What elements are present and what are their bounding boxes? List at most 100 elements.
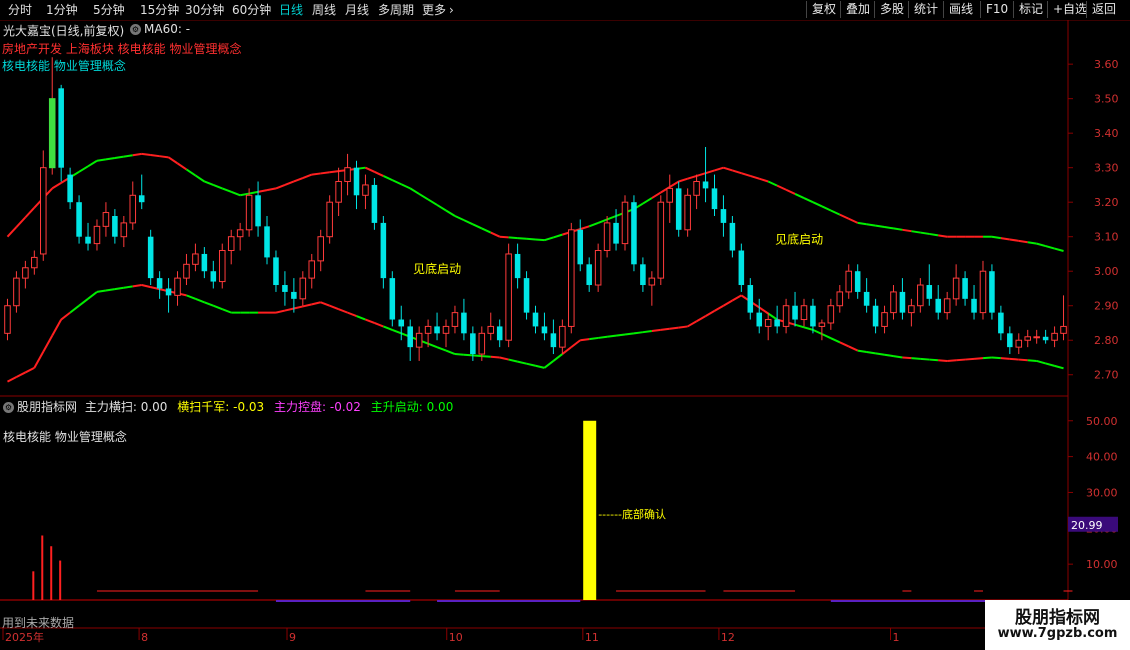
band-lower-segment [481, 355, 491, 358]
indicator-value-zhusheng-qidong: 主升启动: 0.00 [370, 400, 454, 414]
candle-body [926, 285, 933, 299]
band-lower-segment [929, 358, 939, 362]
band-lower-segment [812, 328, 823, 335]
band-upper-segment [517, 237, 527, 240]
candle-body [192, 253, 199, 265]
band-lower-segment [7, 376, 17, 383]
band-lower-segment [436, 346, 447, 352]
band-lower-segment [329, 304, 339, 311]
signal-label: 见底启动 [775, 232, 823, 247]
band-upper-segment [723, 166, 733, 172]
band-lower-segment [687, 320, 698, 328]
candle-body [774, 319, 780, 327]
band-lower-segment [508, 358, 518, 363]
candle-body [952, 277, 960, 300]
band-lower-segment [893, 355, 903, 359]
band-lower-segment [821, 333, 832, 340]
band-upper-segment [490, 231, 501, 238]
band-lower-segment [365, 318, 375, 324]
candle-body [854, 271, 861, 292]
candle-body [112, 216, 118, 237]
band-upper-segment [1045, 245, 1055, 250]
candle-body [362, 184, 369, 196]
candle-body [282, 285, 288, 292]
candle-body [756, 312, 763, 327]
band-lower-segment [570, 339, 581, 348]
candle-body [1042, 336, 1049, 341]
price-tick-label: 2.80 [1094, 334, 1119, 347]
candle-body [1051, 332, 1058, 341]
price-tick-label: 3.60 [1094, 58, 1119, 71]
band-upper-segment [749, 175, 760, 180]
stock-title: 光大嘉宝(日线,前复权) [3, 24, 125, 38]
candle-body [693, 180, 700, 196]
kline-chart-area: 3.60 3.50 3.40 3.30 3.20 3.10 3.00 2.90 2.80 2.70… [0, 20, 1119, 644]
band-lower-segment [51, 319, 63, 337]
candle-body [908, 305, 915, 314]
candle-body [505, 253, 512, 341]
band-lower-segment [624, 332, 635, 336]
band-upper-segment [176, 162, 188, 171]
band-upper-segment [696, 172, 706, 177]
candle-body [415, 332, 423, 348]
indicator-tick-label: 30.00 [1086, 486, 1118, 499]
band-lower-segment [1009, 357, 1019, 361]
band-lower-segment [221, 308, 232, 314]
band-upper-segment [159, 155, 169, 159]
band-lower-segment [938, 359, 948, 362]
indicator-value-zhuli-hengsao: 主力横扫: 0.00 [84, 400, 168, 414]
band-upper-segment [87, 159, 98, 168]
band-upper-segment [481, 227, 492, 234]
candle-body [156, 278, 163, 289]
band-upper-segment [51, 182, 62, 190]
candle-body [962, 278, 968, 299]
candle-body [541, 326, 548, 334]
band-upper-segment [714, 166, 724, 172]
candle-body [165, 288, 172, 296]
candle-body [899, 291, 906, 313]
band-upper-segment [741, 172, 751, 177]
band-upper-segment [1000, 237, 1010, 241]
band-upper-segment [472, 223, 483, 230]
band-upper-segment [553, 233, 563, 239]
band-upper-segment [150, 154, 160, 158]
time-tick-label: 11 [585, 631, 599, 644]
band-lower-segment [535, 364, 545, 369]
band-lower-segment [24, 366, 35, 374]
indicator-settings-icon[interactable]: ⚙ [3, 402, 14, 413]
candle-body [890, 291, 897, 314]
band-lower-segment [356, 315, 366, 321]
band-upper-segment [579, 225, 590, 231]
band-upper-segment [436, 204, 447, 212]
band-upper-segment [606, 215, 617, 221]
price-tick-label: 3.30 [1094, 162, 1119, 175]
band-upper-segment [803, 197, 814, 204]
band-lower-segment [561, 346, 572, 355]
band-lower-segment [848, 345, 859, 352]
candle-body [147, 236, 154, 279]
candle-body [389, 278, 396, 320]
band-lower-segment [839, 341, 850, 348]
band-upper-segment [875, 224, 885, 229]
candle-body [935, 298, 942, 313]
band-lower-segment [374, 322, 384, 328]
candle-body [971, 298, 977, 313]
band-lower-segment [15, 371, 26, 378]
band-lower-segment [794, 323, 805, 329]
indicator-tick-label: 10.00 [1086, 558, 1118, 571]
band-upper-segment [785, 188, 796, 195]
band-lower-segment [1027, 359, 1037, 362]
band-upper-segment [114, 155, 124, 160]
band-upper-segment [902, 228, 912, 233]
indicator-value-zhuli-kongpan: 主力控盘: -0.02 [274, 400, 361, 414]
candle-body [568, 229, 575, 327]
band-lower-segment [311, 301, 321, 306]
band-upper-segment [302, 173, 313, 179]
band-lower-segment [186, 294, 196, 300]
settings-circle-icon[interactable]: ⚙ [130, 24, 141, 35]
candle-body [603, 222, 611, 252]
band-lower-segment [454, 353, 464, 356]
candle-body [39, 167, 47, 255]
candle-body [613, 222, 619, 244]
band-lower-segment [60, 311, 71, 321]
